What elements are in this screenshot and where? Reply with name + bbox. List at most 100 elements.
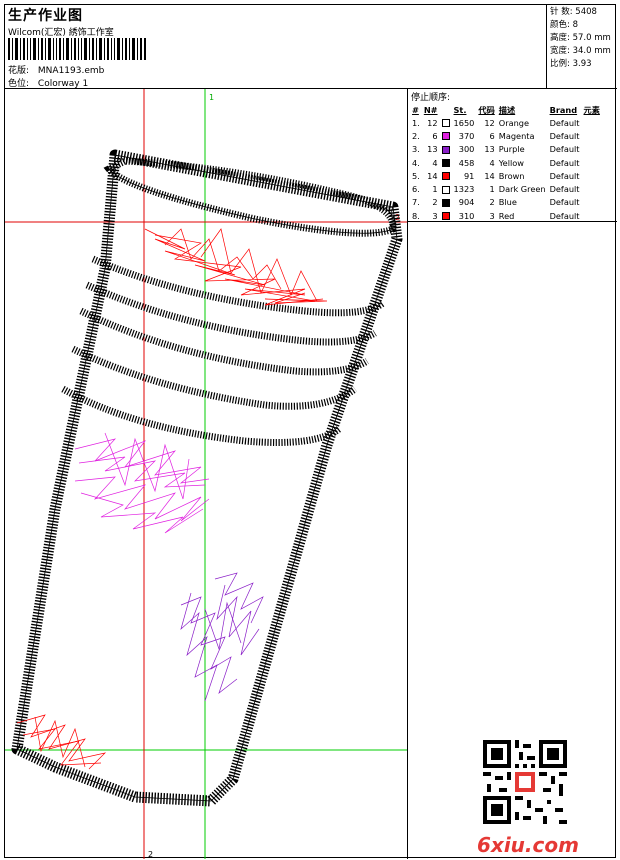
table-row: 3. 13 300 13 Purple Default xyxy=(410,143,602,156)
row-description: Magenta xyxy=(498,130,535,141)
row-code: 4 xyxy=(489,157,495,168)
color-swatch xyxy=(441,212,450,221)
row-stitches: 300 xyxy=(458,144,475,155)
col-description: 描述 xyxy=(498,104,516,115)
row-code: 14 xyxy=(484,170,495,181)
row-description: Red xyxy=(498,210,515,221)
table-row: 1. 12 1650 12 Orange Default xyxy=(410,116,602,129)
color-swatch xyxy=(441,198,450,207)
embroidery-drawing: 1 2 2 xyxy=(5,89,407,859)
design-canvas: 1 2 2 xyxy=(5,89,408,859)
lips-magenta xyxy=(74,432,210,534)
cup-outline xyxy=(11,149,403,807)
qr-code-icon xyxy=(483,740,567,824)
row-brand: Default xyxy=(549,210,580,221)
row-code: 6 xyxy=(489,130,495,141)
row-brand: Default xyxy=(549,170,580,181)
table-row: 5. 14 91 14 Brown Default xyxy=(410,169,602,182)
colorway-value: Colorway 1 xyxy=(37,79,89,89)
design-file: MNA1193.emb xyxy=(37,66,105,76)
row-code: 2 xyxy=(489,197,495,208)
design-width: 宽度: 34.0 mm xyxy=(550,46,611,56)
row-swatch xyxy=(440,182,452,195)
site-watermark: 6xiu.com xyxy=(477,833,579,857)
table-row: 8. 3 310 3 Red Default xyxy=(410,209,602,222)
row-stitches: 310 xyxy=(458,210,475,221)
lips-red-top xyxy=(144,228,328,306)
row-index: 3. xyxy=(412,144,420,155)
row-description: Orange xyxy=(498,117,530,128)
row-code: 13 xyxy=(484,144,495,155)
color-count: 颜色: 8 xyxy=(550,20,578,30)
row-brand: Default xyxy=(549,130,580,141)
stop-sequence-panel: 停止顺序: # N# St. 代码 描述 Brand 元素 1. 12 1650 12… xyxy=(408,89,617,222)
row-needle: 6 xyxy=(432,130,438,141)
row-needle: 1 xyxy=(432,184,438,195)
row-description: Blue xyxy=(498,197,517,208)
stitch-count: 针 数: 5408 xyxy=(550,7,597,17)
row-stitches: 904 xyxy=(458,197,475,208)
barcode-icon xyxy=(8,38,146,60)
page-title: 生产作业图 xyxy=(8,8,83,24)
row-index: 2. xyxy=(412,130,420,141)
company-name: Wilcom(汇宏) 綉饰工作室 xyxy=(8,28,114,38)
row-description: Purple xyxy=(498,144,525,155)
table-row: 7. 2 904 2 Blue Default xyxy=(410,196,602,209)
row-needle: 4 xyxy=(432,157,438,168)
guide-label-green: 1 xyxy=(209,93,214,102)
color-swatch xyxy=(441,132,450,141)
row-description: Brown xyxy=(498,170,525,181)
row-stitches: 458 xyxy=(458,157,475,168)
row-element xyxy=(582,116,602,129)
row-brand: Default xyxy=(549,117,580,128)
row-code: 3 xyxy=(489,210,495,221)
row-brand: Default xyxy=(549,157,580,168)
row-swatch xyxy=(440,116,452,129)
lid-band-3 xyxy=(79,307,369,376)
row-swatch xyxy=(440,129,452,142)
stop-sequence-table: # N# St. 代码 描述 Brand 元素 1. 12 1650 12 Orange… xyxy=(410,103,602,222)
design-height: 高度: 57.0 mm xyxy=(550,33,611,43)
row-needle: 12 xyxy=(427,117,438,128)
row-element xyxy=(582,129,602,142)
row-element xyxy=(582,169,602,182)
sleeve-top xyxy=(61,385,342,446)
header-info: 生产作业图 Wilcom(汇宏) 綉饰工作室 花版: MNA1193.emb 色… xyxy=(5,5,546,89)
production-sheet: 生产作业图 Wilcom(汇宏) 綉饰工作室 花版: MNA1193.emb 色… xyxy=(4,4,617,859)
row-swatch xyxy=(440,169,452,182)
row-swatch xyxy=(440,196,452,209)
stop-sequence-title: 停止顺序: xyxy=(411,93,451,103)
col-element: 元素 xyxy=(583,104,600,115)
row-code: 1 xyxy=(489,184,495,195)
color-swatch xyxy=(441,185,450,194)
lips-red-bottom xyxy=(16,714,107,770)
row-swatch xyxy=(440,209,452,222)
row-needle: 13 xyxy=(427,144,438,155)
guide-label-red-v: 2 xyxy=(148,850,153,859)
row-brand: Default xyxy=(549,197,580,208)
row-brand: Default xyxy=(549,184,580,195)
row-needle: 3 xyxy=(432,210,438,221)
col-index: # xyxy=(412,104,419,115)
col-needle: N# xyxy=(423,104,438,115)
row-element xyxy=(582,182,602,195)
colorway-line: 色位: Colorway 1 xyxy=(8,76,88,89)
row-needle: 2 xyxy=(432,197,438,208)
row-swatch xyxy=(440,143,452,156)
row-index: 6. xyxy=(412,184,420,195)
row-index: 4. xyxy=(412,157,420,168)
sheet-header: 生产作业图 Wilcom(汇宏) 綉饰工作室 花版: MNA1193.emb 色… xyxy=(5,5,617,89)
row-index: 1. xyxy=(412,117,420,128)
row-element xyxy=(582,196,602,209)
col-code: 代码 xyxy=(478,104,495,115)
table-row: 4. 4 458 4 Yellow Default xyxy=(410,156,602,169)
design-label: 花版: xyxy=(8,66,30,76)
row-swatch xyxy=(440,156,452,169)
row-index: 8. xyxy=(412,210,420,221)
table-row: 6. 1 1323 1 Dark Green Default xyxy=(410,182,602,195)
row-index: 7. xyxy=(412,197,420,208)
color-swatch xyxy=(441,159,450,168)
col-stitches: St. xyxy=(453,104,467,115)
row-description: Yellow xyxy=(498,157,524,168)
row-code: 12 xyxy=(484,117,495,128)
